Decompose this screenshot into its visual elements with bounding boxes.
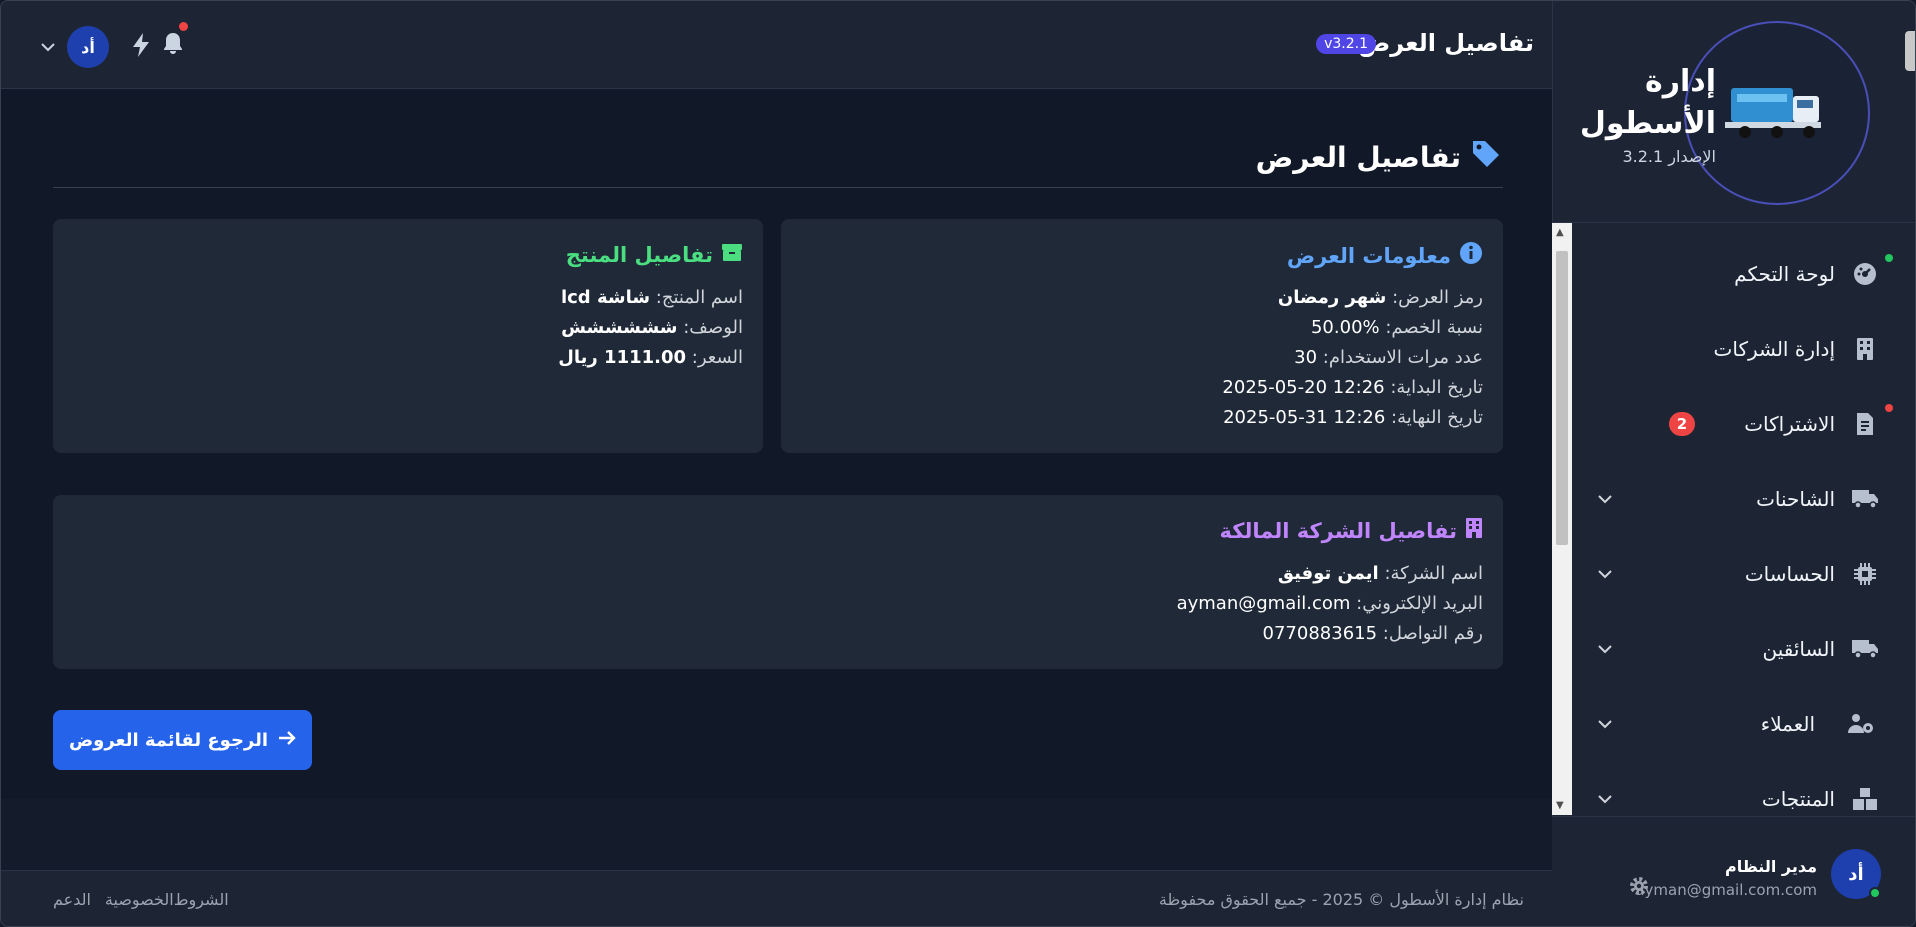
page-title-text: تفاصيل العرض (1255, 141, 1461, 174)
sidebar-nav: ▲ ▼ لوحة التحكم إدارة الشركات الاشتراكات… (1552, 223, 1915, 815)
title-divider (53, 187, 1503, 188)
user-profile[interactable]: أد مدير النظام ayman@gmail.com.com (1552, 816, 1915, 926)
end-date-field: تاريخ النهاية: 2025-05-31 12:26 (1223, 407, 1483, 428)
company-name-value: ايمن توفيق (1277, 563, 1379, 584)
price-value: 1111.00 ريال (558, 347, 687, 368)
gear-icon[interactable] (1628, 875, 1650, 901)
arrow-right-icon (278, 730, 296, 751)
brand-header: إدارة الأسطول الإصدار 3.2.1 (1552, 1, 1915, 223)
tags-icon (1471, 139, 1503, 176)
chevron-down-icon[interactable] (1598, 564, 1612, 583)
offer-info-title: معلومات العرض (1287, 241, 1483, 270)
footer-copyright: نظام إدارة الأسطول © 2025 - جميع الحقوق … (1158, 890, 1524, 909)
product-info-title: تفاصيل المنتج (566, 241, 743, 268)
info-icon (1459, 241, 1483, 270)
notification-dot (179, 22, 188, 31)
footer: نظام إدارة الأسطول © 2025 - جميع الحقوق … (1, 870, 1554, 926)
company-info-card: تفاصيل الشركة المالكة اسم الشركة: ايمن ت… (53, 495, 1503, 669)
product-name-field: اسم المنتج: شاشة lcd (560, 287, 743, 308)
sidebar-item-dashboard[interactable]: لوحة التحكم (1572, 236, 1915, 311)
company-name-field: اسم الشركة: ايمن توفيق (1277, 563, 1483, 584)
alert-dot (1885, 404, 1893, 412)
chevron-down-icon[interactable] (1598, 789, 1612, 808)
sidebar-item-products[interactable]: المنتجات (1572, 761, 1915, 815)
top-bar-title: تفاصيل العرض (1357, 29, 1534, 57)
description-value: شششششش (561, 317, 678, 338)
truck-icon (1851, 485, 1879, 513)
sidebar-item-trucks[interactable]: الشاحنات (1572, 461, 1915, 536)
page-title: تفاصيل العرض (1256, 139, 1503, 176)
sidebar-item-companies[interactable]: إدارة الشركات (1572, 311, 1915, 386)
uses-value: 30 (1294, 347, 1318, 368)
uses-field: عدد مرات الاستخدام: 30 (1294, 347, 1483, 368)
boxes-icon (1851, 785, 1879, 813)
brand-version: الإصدار 3.2.1 (1622, 147, 1716, 166)
offer-info-card: معلومات العرض رمز العرض: شهر رمضان نسبة … (781, 219, 1503, 453)
offer-code-value: شهر رمضان (1277, 287, 1387, 308)
version-badge: v3.2.1 (1316, 34, 1376, 54)
company-phone-field: رقم التواصل: 0770883615 (1262, 623, 1483, 644)
brand-title: إدارة الأسطول (1579, 64, 1716, 141)
offer-code-field: رمز العرض: شهر رمضان (1277, 287, 1483, 308)
end-date-value: 2025-05-31 12:26 (1223, 407, 1386, 428)
price-field: السعر: 1111.00 ريال (558, 347, 743, 368)
bolt-icon[interactable] (131, 33, 151, 61)
scrollbar-thumb[interactable] (1556, 251, 1568, 545)
footer-link-terms[interactable]: الشروط (174, 890, 229, 909)
invoice-icon (1851, 410, 1879, 438)
chip-icon (1851, 560, 1879, 588)
chevron-down-icon[interactable] (1598, 714, 1612, 733)
back-to-offers-button[interactable]: الرجوع لقائمة العروض (53, 710, 312, 770)
product-info-card: تفاصيل المنتج اسم المنتج: شاشة lcd الوصف… (53, 219, 763, 453)
sidebar-scrollbar[interactable]: ▲ ▼ (1552, 223, 1572, 815)
start-date-value: 2025-05-20 12:26 (1222, 377, 1385, 398)
truck-icon (1851, 635, 1879, 663)
app-window: تفاصيل العرض v3.2.1 أد تفاصيل العرض معلو… (0, 0, 1916, 927)
footer-link-privacy[interactable]: الخصوصية (105, 890, 174, 909)
sidebar-item-sensors[interactable]: الحساسات (1572, 536, 1915, 611)
start-date-field: تاريخ البداية: 2025-05-20 12:26 (1222, 377, 1483, 398)
building-icon (1851, 335, 1879, 363)
main-content: تفاصيل العرض معلومات العرض رمز العرض: شه… (1, 89, 1554, 799)
company-phone-value: 0770883615 (1262, 623, 1378, 644)
avatar[interactable]: أد (1831, 849, 1881, 899)
company-info-title: تفاصيل الشركة المالكة (1220, 517, 1483, 544)
discount-field: نسبة الخصم: 50.00% (1310, 317, 1483, 338)
user-email: ayman@gmail.com.com (1635, 881, 1817, 899)
box-icon (721, 241, 743, 268)
user-name: مدير النظام (1724, 857, 1817, 876)
users-gear-icon (1847, 710, 1875, 738)
top-bar: تفاصيل العرض v3.2.1 أد (1, 1, 1554, 89)
status-dot (1885, 254, 1893, 262)
company-email-value: ayman@gmail.com (1176, 593, 1351, 614)
chevron-down-icon[interactable] (1598, 489, 1612, 508)
chevron-down-icon[interactable] (41, 37, 55, 56)
dashboard-icon (1851, 260, 1879, 288)
footer-links: الدعم الخصوصية الشروط (53, 890, 229, 909)
scroll-up-arrow-icon[interactable]: ▲ (1556, 227, 1564, 238)
user-avatar-menu[interactable]: أد (67, 26, 109, 68)
sidebar-item-drivers[interactable]: السائقين (1572, 611, 1915, 686)
building-icon (1465, 517, 1483, 544)
window-scrollbar[interactable] (1905, 31, 1915, 71)
description-field: الوصف: شششششش (561, 317, 743, 338)
notifications-bell-icon[interactable] (162, 22, 188, 60)
product-name-value: شاشة lcd (560, 287, 651, 308)
discount-value: 50.00% (1310, 317, 1380, 338)
footer-link-support[interactable]: الدعم (53, 890, 91, 909)
online-status-dot (1869, 887, 1881, 899)
company-email-field: البريد الإلكتروني: ayman@gmail.com (1176, 593, 1483, 614)
sidebar-item-customers[interactable]: العملاء (1572, 686, 1915, 761)
sidebar: إدارة الأسطول الإصدار 3.2.1 ▲ ▼ لوحة الت… (1552, 1, 1915, 926)
chevron-down-icon[interactable] (1598, 639, 1612, 658)
sidebar-item-subscriptions[interactable]: الاشتراكات 2 (1572, 386, 1915, 461)
scroll-down-arrow-icon[interactable]: ▼ (1556, 800, 1564, 811)
subscriptions-count-badge: 2 (1669, 411, 1695, 436)
